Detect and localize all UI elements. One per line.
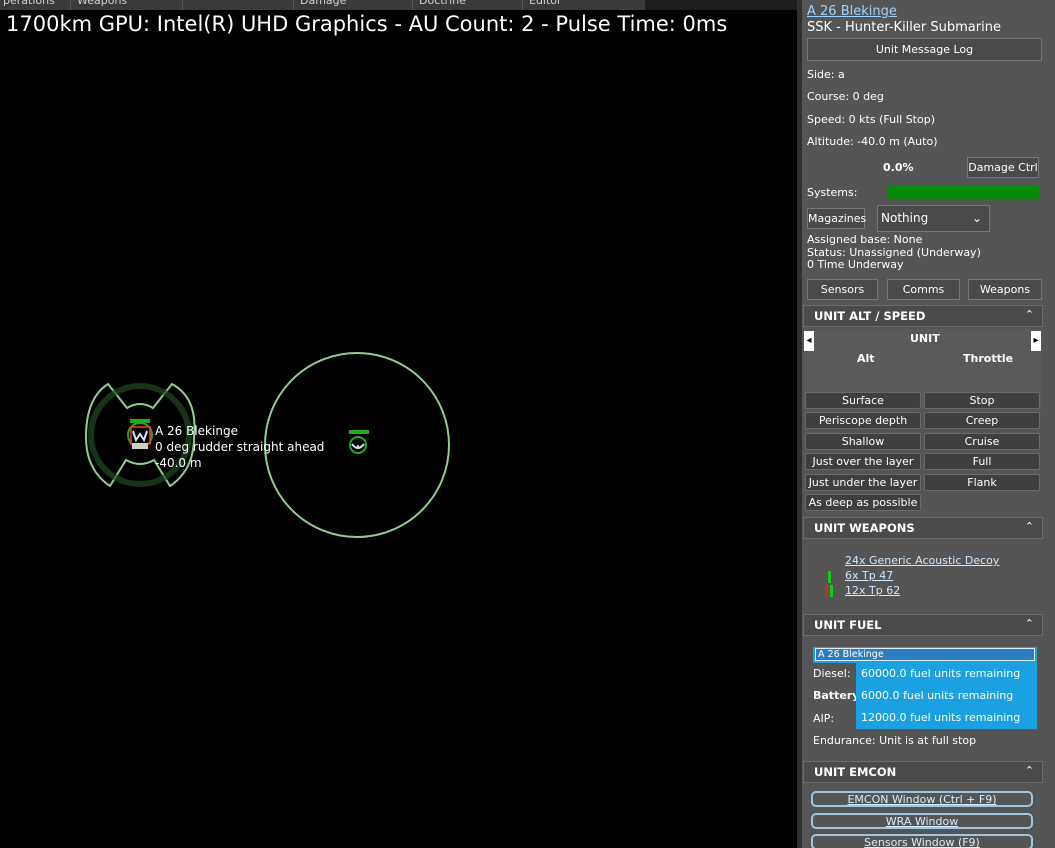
unit-label-depth: -40.0 m bbox=[155, 456, 202, 470]
emcon-window-button[interactable]: EMCON Window (Ctrl + F9) bbox=[811, 791, 1033, 807]
sensors-button[interactable]: Sensors bbox=[807, 279, 878, 300]
wra-window-button[interactable]: WRA Window bbox=[811, 813, 1033, 829]
alt-surface-button[interactable]: Surface bbox=[805, 392, 921, 409]
fuel-section-header[interactable]: UNIT FUEL ⌃ bbox=[803, 614, 1043, 636]
damage-ctrl-button[interactable]: Damage Ctrl bbox=[967, 157, 1039, 178]
alt-speed-unit-label: UNIT bbox=[910, 332, 940, 345]
magazine-select[interactable]: Nothing ⌄ bbox=[877, 205, 990, 232]
speed-stop-button[interactable]: Stop bbox=[924, 392, 1040, 409]
alt-over-layer-button[interactable]: Just over the layer bbox=[805, 453, 921, 470]
systems-health-bar bbox=[887, 186, 1039, 199]
fuel-label-diesel: Diesel: bbox=[813, 667, 851, 680]
speed-flank-button[interactable]: Flank bbox=[924, 474, 1040, 491]
tactical-map[interactable]: perations Weapons Damage Doctrine Editor… bbox=[0, 0, 797, 848]
alt-deep-button[interactable]: As deep as possible bbox=[805, 494, 921, 511]
map-overlay bbox=[84, 352, 450, 538]
endurance-text: Endurance: Unit is at full stop bbox=[813, 734, 977, 747]
next-unit-arrow-icon[interactable]: ▸ bbox=[1031, 331, 1041, 351]
collapse-icon[interactable]: ⌃ bbox=[1025, 617, 1034, 630]
alt-label: Alt bbox=[857, 352, 875, 365]
alt-speed-section-header[interactable]: UNIT ALT / SPEED ⌃ bbox=[803, 305, 1043, 327]
fuel-title: UNIT FUEL bbox=[814, 618, 882, 632]
fuel-value-aip: 12000.0 fuel units remaining bbox=[856, 707, 1036, 729]
alt-periscope-button[interactable]: Periscope depth bbox=[805, 412, 921, 429]
weapons-title: UNIT WEAPONS bbox=[814, 521, 915, 535]
weapon-status-green-icon bbox=[828, 571, 831, 583]
emcon-section-header[interactable]: UNIT EMCON ⌃ bbox=[803, 761, 1043, 783]
unit-status-panel: A 26 Blekinge SSK - Hunter-Killer Submar… bbox=[797, 0, 1055, 848]
speed-creep-button[interactable]: Creep bbox=[924, 412, 1040, 429]
speed-cruise-button[interactable]: Cruise bbox=[924, 433, 1040, 450]
weapons-button[interactable]: Weapons bbox=[968, 279, 1042, 300]
weapons-section-header[interactable]: UNIT WEAPONS ⌃ bbox=[803, 517, 1043, 539]
alt-under-layer-button[interactable]: Just under the layer bbox=[805, 474, 921, 491]
assigned-base-text: Assigned base: None bbox=[807, 233, 923, 246]
alt-speed-title: UNIT ALT / SPEED bbox=[814, 309, 926, 323]
collapse-icon[interactable]: ⌃ bbox=[1025, 520, 1034, 533]
time-underway-text: 0 Time Underway bbox=[807, 258, 904, 271]
unit-name-link[interactable]: A 26 Blekinge bbox=[807, 4, 897, 19]
speed-full-button[interactable]: Full bbox=[924, 453, 1040, 470]
throttle-label: Throttle bbox=[963, 352, 1014, 365]
weapon-item[interactable]: 12x Tp 62 bbox=[845, 584, 900, 597]
panel-splitter[interactable] bbox=[797, 0, 802, 848]
fuel-value-battery: 6000.0 fuel units remaining bbox=[856, 685, 1036, 707]
systems-label: Systems: bbox=[807, 186, 858, 199]
unit-label-name: A 26 Blekinge bbox=[155, 424, 238, 438]
unit-label-heading: 0 deg rudder straight ahead bbox=[155, 440, 325, 454]
prev-unit-arrow-icon[interactable]: ◂ bbox=[804, 331, 814, 351]
comms-button[interactable]: Comms bbox=[887, 279, 960, 300]
fuel-unit-header: A 26 Blekinge bbox=[815, 648, 1035, 661]
chevron-down-icon: ⌄ bbox=[971, 211, 982, 225]
unit-class: SSK - Hunter-Killer Submarine bbox=[807, 20, 1001, 35]
damage-percent: 0.0% bbox=[883, 161, 914, 174]
speed-text: Speed: 0 kts (Full Stop) bbox=[807, 113, 935, 126]
collapse-icon[interactable]: ⌃ bbox=[1025, 308, 1034, 321]
weapon-status-green-icon bbox=[830, 585, 833, 597]
unit-message-log-button[interactable]: Unit Message Log bbox=[807, 38, 1042, 61]
altitude-text: Altitude: -40.0 m (Auto) bbox=[807, 135, 938, 148]
collapse-icon[interactable]: ⌃ bbox=[1025, 764, 1034, 777]
weapon-item[interactable]: 6x Tp 47 bbox=[845, 569, 893, 582]
sensors-window-button[interactable]: Sensors Window (F9) bbox=[811, 834, 1033, 848]
weapon-status-red-icon bbox=[825, 585, 828, 597]
alt-shallow-button[interactable]: Shallow bbox=[805, 433, 921, 450]
contact-marker[interactable] bbox=[349, 430, 369, 454]
side-text: Side: a bbox=[807, 68, 845, 81]
own-unit-marker[interactable] bbox=[127, 419, 153, 449]
fuel-label-aip: AIP: bbox=[813, 712, 835, 725]
course-text: Course: 0 deg bbox=[807, 90, 884, 103]
magazines-button[interactable]: Magazines bbox=[807, 208, 866, 229]
weapon-item[interactable]: 24x Generic Acoustic Decoy bbox=[845, 554, 999, 567]
fuel-value-diesel: 60000.0 fuel units remaining bbox=[856, 663, 1036, 685]
emcon-title: UNIT EMCON bbox=[814, 765, 897, 779]
magazine-select-value: Nothing bbox=[881, 211, 929, 225]
